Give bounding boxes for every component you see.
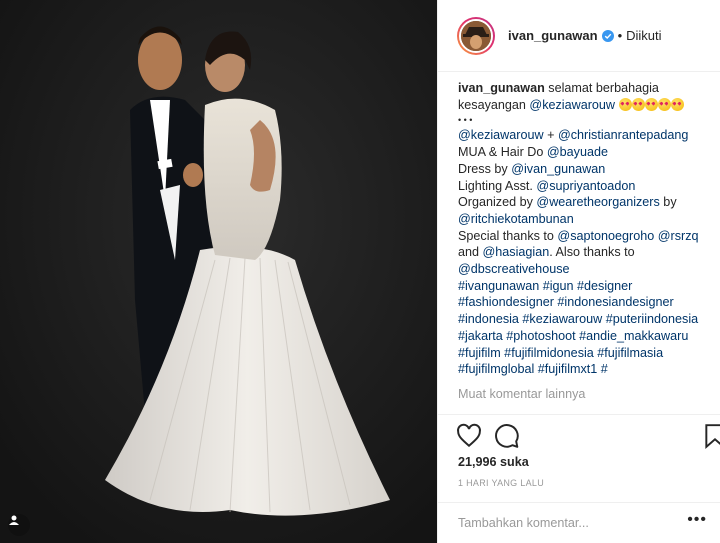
caption-text: . Also thanks to [549, 245, 635, 260]
hashtag-line[interactable]: #fujifilm #fujifilmidonesia #fujifilmasi… [458, 345, 716, 362]
heart-eyes-emoji-group [618, 97, 684, 111]
comment-icon[interactable] [494, 423, 520, 449]
avatar-image [461, 20, 491, 51]
hashtag-line[interactable]: #jakarta #photoshoot #andie_makkawaru [458, 328, 716, 345]
caption-text: Organized by [458, 195, 537, 210]
mention-link[interactable]: @keziawarouw [529, 98, 615, 112]
caption-text: and [458, 245, 483, 260]
photo-illustration [0, 0, 437, 543]
heart-eyes-emoji-icon [670, 97, 684, 111]
mention-link[interactable]: @saptonoegroho [557, 229, 654, 243]
post-header: ivan_gunawan • Diikuti [438, 0, 720, 72]
mention-link[interactable]: @christianrantepadang [558, 128, 688, 142]
post-timestamp[interactable]: 1 HARI YANG LALU [458, 478, 544, 488]
mention-link[interactable]: @ritchiekotambunan [458, 212, 574, 226]
heart-eyes-emoji-icon [631, 97, 645, 111]
heart-eyes-emoji-icon [657, 97, 671, 111]
caption-text: by [659, 195, 677, 210]
heart-eyes-emoji-icon [618, 97, 632, 111]
more-options-icon[interactable]: ••• [687, 511, 707, 529]
mention-link[interactable]: @ivan_gunawan [511, 162, 605, 176]
post-author-username[interactable]: ivan_gunawan [508, 28, 598, 43]
comment-input[interactable] [458, 513, 638, 533]
mention-link[interactable]: @hasiagian [483, 245, 550, 259]
post-caption: ivan_gunawan selamat berbahagia kesayang… [458, 80, 716, 378]
user-tag-icon[interactable] [8, 514, 30, 536]
post-detail-panel: ivan_gunawan • Diikuti ivan_gunawan sela… [437, 0, 720, 543]
caption-text: selamat berbahagia [544, 81, 659, 95]
hashtag-line[interactable]: #fujifilmglobal #fujifilmxt1 # [458, 361, 716, 378]
avatar[interactable] [457, 16, 495, 55]
mention-link[interactable]: @rsrzq [658, 229, 699, 243]
caption-text: kesayangan [458, 97, 530, 112]
caption-text: Special thanks to [458, 228, 558, 243]
hashtag-line[interactable]: #ivangunawan #igun #designer [458, 278, 716, 295]
like-heart-icon[interactable] [456, 423, 482, 449]
hashtag-line[interactable]: #indonesia #keziawarouw #puteriindonesia [458, 311, 716, 328]
hashtag-line[interactable]: #fashiondesigner #indonesiandesigner [458, 294, 716, 311]
like-count[interactable]: 21,996 suka [458, 455, 529, 469]
caption-dots: • • • [458, 115, 473, 126]
load-more-comments-link[interactable]: Muat komentar lainnya [458, 387, 585, 401]
mention-link[interactable]: @dbscreativehouse [458, 262, 570, 276]
caption-text: Lighting Asst. [458, 178, 537, 193]
caption-text: Dress by [458, 161, 512, 176]
mention-link[interactable]: @supriyantoadon [536, 179, 635, 193]
mention-link[interactable]: @wearetheorganizers [536, 195, 659, 209]
action-bar [438, 414, 720, 456]
caption-text: MUA & Hair Do [458, 145, 547, 160]
caption-text: + [543, 128, 558, 143]
separator-dot: • [617, 28, 623, 43]
mention-link[interactable]: @bayuade [547, 145, 608, 159]
caption-author[interactable]: ivan_gunawan [458, 81, 545, 95]
bookmark-icon[interactable] [702, 423, 720, 449]
post-photo[interactable] [0, 0, 437, 543]
add-comment-bar: ••• [438, 502, 720, 543]
verified-badge-icon [601, 29, 614, 42]
mention-link[interactable]: @keziawarouw [458, 128, 544, 142]
heart-eyes-emoji-icon [644, 97, 658, 111]
following-button[interactable]: Diikuti [626, 28, 661, 43]
